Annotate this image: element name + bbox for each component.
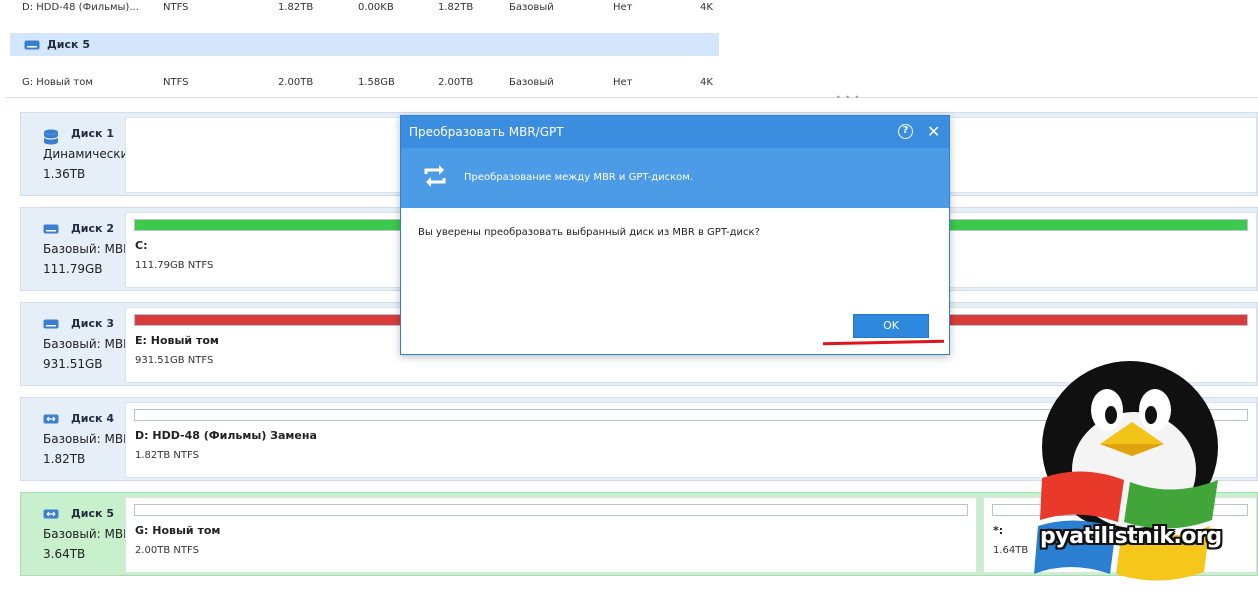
partition-fs: NTFS — [163, 2, 189, 13]
disk-type: Базовый: MBR — [43, 432, 132, 446]
partition-used: 1.58GB — [358, 77, 395, 88]
partition-g[interactable]: G: Новый том 2.00TB NTFS — [125, 497, 977, 573]
partition-label: E: Новый том — [135, 334, 219, 347]
disk-size: 1.82TB — [43, 452, 86, 466]
partition-label: G: Новый том — [135, 524, 221, 537]
disk-type: Базовый: MBR — [43, 527, 132, 541]
partition-capacity: 2.00TB — [278, 77, 314, 88]
disk-size: 3.64TB — [43, 547, 86, 561]
partition-name: G: Новый том — [22, 77, 93, 88]
watermark-text: pyatilistnik.org — [1040, 524, 1222, 549]
partition-info: 931.51GB NTFS — [135, 355, 214, 366]
confirm-message: Вы уверены преобразовать выбранный диск … — [418, 227, 760, 238]
partition-free: 2.00TB — [438, 77, 474, 88]
disk-icon — [43, 319, 59, 332]
partition-status: Нет — [613, 2, 633, 13]
disk-name: Диск 4 — [71, 412, 114, 425]
help-icon[interactable]: ? — [898, 124, 913, 139]
splitter[interactable] — [5, 97, 1258, 98]
partition-type: Базовый — [509, 2, 554, 13]
disk-type: Базовый: MBR — [43, 337, 132, 351]
partition-label: *: — [993, 524, 1004, 537]
partition-label: C: — [135, 239, 148, 252]
dialog-titlebar[interactable]: Преобразовать MBR/GPT ? ✕ — [401, 116, 949, 148]
partition-fs: NTFS — [163, 77, 189, 88]
dialog-banner: Преобразование между MBR и GPT-диском. — [401, 148, 949, 208]
partition-info: 111.79GB NTFS — [135, 260, 214, 271]
watermark-logo — [1022, 352, 1258, 588]
partition-align: 4K — [700, 77, 713, 88]
partition-type: Базовый — [509, 77, 554, 88]
partition-status: Нет — [613, 77, 633, 88]
disk-name: Диск 5 — [71, 507, 114, 520]
partition-info: 1.82TB NTFS — [135, 450, 199, 461]
dialog-title: Преобразовать MBR/GPT — [409, 125, 564, 139]
disk-5-header-row[interactable]: Диск 5 — [10, 33, 719, 56]
partition-info: 2.00TB NTFS — [135, 545, 199, 556]
close-icon[interactable]: ✕ — [927, 122, 940, 141]
disk-name: Диск 2 — [71, 222, 114, 235]
partition-label: D: HDD-48 (Фильмы) Замена — [135, 429, 317, 442]
disk-icon — [24, 40, 40, 53]
usage-bar — [134, 504, 968, 516]
partition-row[interactable]: G: Новый том NTFS 2.00TB 1.58GB 2.00TB Б… — [0, 77, 720, 97]
disk-type: Базовый: MBR — [43, 242, 132, 256]
partition-free: 1.82TB — [438, 2, 474, 13]
disk-5-header-label: Диск 5 — [47, 38, 90, 51]
banner-text: Преобразование между MBR и GPT-диском. — [464, 172, 693, 183]
convert-arrows-icon — [421, 162, 449, 193]
usb-disk-icon — [43, 414, 59, 427]
ok-button[interactable]: OK — [853, 314, 929, 338]
disk-name: Диск 1 — [71, 127, 114, 140]
usb-disk-icon — [43, 509, 59, 522]
disk-size: 931.51GB — [43, 357, 103, 371]
disk-icon — [43, 224, 59, 237]
disk-size: 1.36TB — [43, 167, 86, 181]
partition-name: D: HDD-48 (Фильмы)... — [22, 2, 139, 13]
database-icon — [43, 129, 59, 148]
convert-mbr-gpt-dialog: Преобразовать MBR/GPT ? ✕ Преобразование… — [400, 115, 950, 355]
partition-align: 4K — [700, 2, 713, 13]
disk-name: Диск 3 — [71, 317, 114, 330]
partition-used: 0.00KB — [358, 2, 394, 13]
partition-capacity: 1.82TB — [278, 2, 314, 13]
splitter-grip[interactable]: • • • — [836, 93, 860, 102]
partition-row[interactable]: D: HDD-48 (Фильмы)... NTFS 1.82TB 0.00KB… — [0, 2, 720, 22]
disk-size: 111.79GB — [43, 262, 103, 276]
